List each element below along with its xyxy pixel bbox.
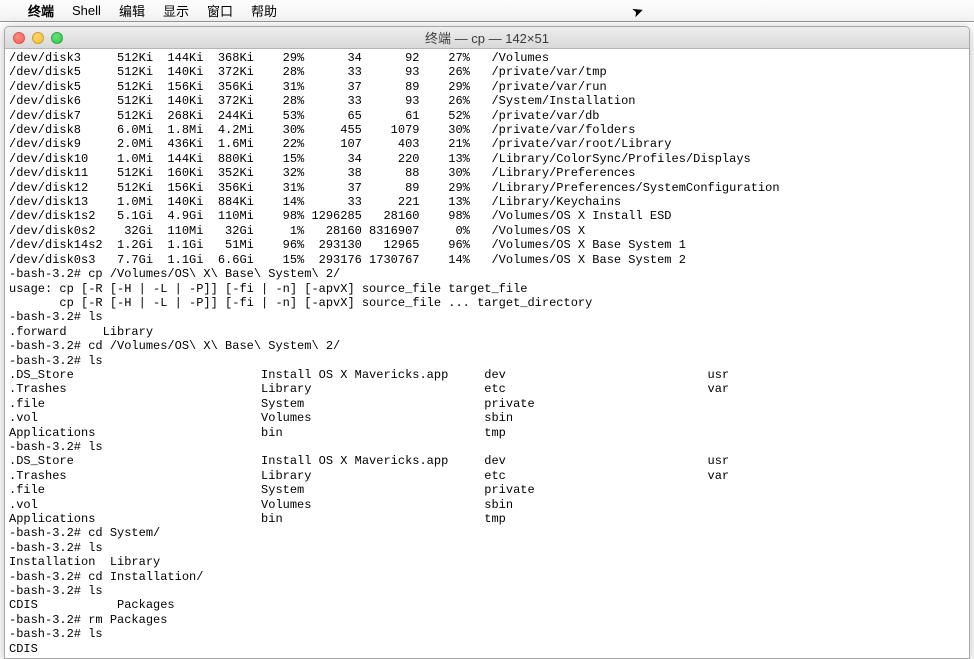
terminal-line: CDIS [9,642,965,656]
zoom-button[interactable] [51,32,63,44]
terminal-line: -bash-3.2# ls [9,627,965,641]
terminal-line: -bash-3.2# cd /Volumes/OS\ X\ Base\ Syst… [9,339,965,353]
terminal-line: cp [-R [-H | -L | -P]] [-fi | -n] [-apvX… [9,296,965,310]
terminal-line: /dev/disk9 2.0Mi 436Ki 1.6Mi 22% 107 403… [9,137,965,151]
terminal-line: /dev/disk10 1.0Mi 144Ki 880Ki 15% 34 220… [9,152,965,166]
terminal-content[interactable]: /dev/disk3 512Ki 144Ki 368Ki 29% 34 92 2… [5,49,969,658]
terminal-line: .Trashes Library etc var [9,469,965,483]
terminal-line: /dev/disk3 512Ki 144Ki 368Ki 29% 34 92 2… [9,51,965,65]
terminal-line: -bash-3.2# ls [9,541,965,555]
terminal-line: /dev/disk7 512Ki 268Ki 244Ki 53% 65 61 5… [9,109,965,123]
terminal-line: Applications bin tmp [9,512,965,526]
terminal-line: .file System private [9,483,965,497]
terminal-line: -bash-3.2# ls [9,354,965,368]
terminal-window: 终端 — cp — 142×51 /dev/disk3 512Ki 144Ki … [4,26,970,659]
terminal-line: .DS_Store Install OS X Mavericks.app dev… [9,368,965,382]
terminal-line: Applications bin tmp [9,426,965,440]
terminal-line: /dev/disk6 512Ki 140Ki 372Ki 28% 33 93 2… [9,94,965,108]
traffic-lights [13,32,63,44]
terminal-line: usage: cp [-R [-H | -L | -P]] [-fi | -n]… [9,282,965,296]
terminal-line: /dev/disk14s2 1.2Gi 1.1Gi 51Mi 96% 29313… [9,238,965,252]
terminal-line: -bash-3.2# ls [9,584,965,598]
terminal-line: Installation Library [9,555,965,569]
terminal-line: /dev/disk11 512Ki 160Ki 352Ki 32% 38 88 … [9,166,965,180]
terminal-line: /dev/disk1s2 5.1Gi 4.9Gi 110Mi 98% 12962… [9,209,965,223]
terminal-line: /dev/disk0s2 32Gi 110Mi 32Gi 1% 28160 83… [9,224,965,238]
terminal-line: /dev/disk0s3 7.7Gi 1.1Gi 6.6Gi 15% 29317… [9,253,965,267]
menu-edit[interactable]: 编辑 [119,1,145,20]
terminal-line: -bash-3.2# rm Packages [9,613,965,627]
terminal-line: .file System private [9,397,965,411]
terminal-line: /dev/disk13 1.0Mi 140Ki 884Ki 14% 33 221… [9,195,965,209]
terminal-line: .vol Volumes sbin [9,411,965,425]
terminal-line: -bash-3.2# cd Installation/ [9,570,965,584]
terminal-line: /dev/disk12 512Ki 156Ki 356Ki 31% 37 89 … [9,181,965,195]
menu-help[interactable]: 帮助 [251,1,277,20]
terminal-line: -bash-3.2# ls [9,310,965,324]
terminal-line: -bash-3.2# cp /Volumes/OS\ X\ Base\ Syst… [9,267,965,281]
terminal-line: -bash-3.2# ls [9,440,965,454]
terminal-line: CDIS Packages [9,598,965,612]
titlebar[interactable]: 终端 — cp — 142×51 [5,27,969,49]
close-button[interactable] [13,32,25,44]
terminal-line: /dev/disk5 512Ki 140Ki 372Ki 28% 33 93 2… [9,65,965,79]
terminal-line: /dev/disk8 6.0Mi 1.8Mi 4.2Mi 30% 455 107… [9,123,965,137]
menu-view[interactable]: 显示 [163,1,189,20]
menu-window[interactable]: 窗口 [207,1,233,20]
terminal-line: .DS_Store Install OS X Mavericks.app dev… [9,454,965,468]
menu-shell[interactable]: Shell [72,3,101,18]
terminal-line: /dev/disk5 512Ki 156Ki 356Ki 31% 37 89 2… [9,80,965,94]
terminal-line: .Trashes Library etc var [9,382,965,396]
terminal-line: .forward Library [9,325,965,339]
minimize-button[interactable] [32,32,44,44]
window-title: 终端 — cp — 142×51 [5,28,969,47]
menubar[interactable]: 终端 Shell 编辑 显示 窗口 帮助 [0,0,974,22]
terminal-line: -bash-3.2# cd System/ [9,526,965,540]
terminal-line: .vol Volumes sbin [9,498,965,512]
menu-app[interactable]: 终端 [28,1,54,20]
